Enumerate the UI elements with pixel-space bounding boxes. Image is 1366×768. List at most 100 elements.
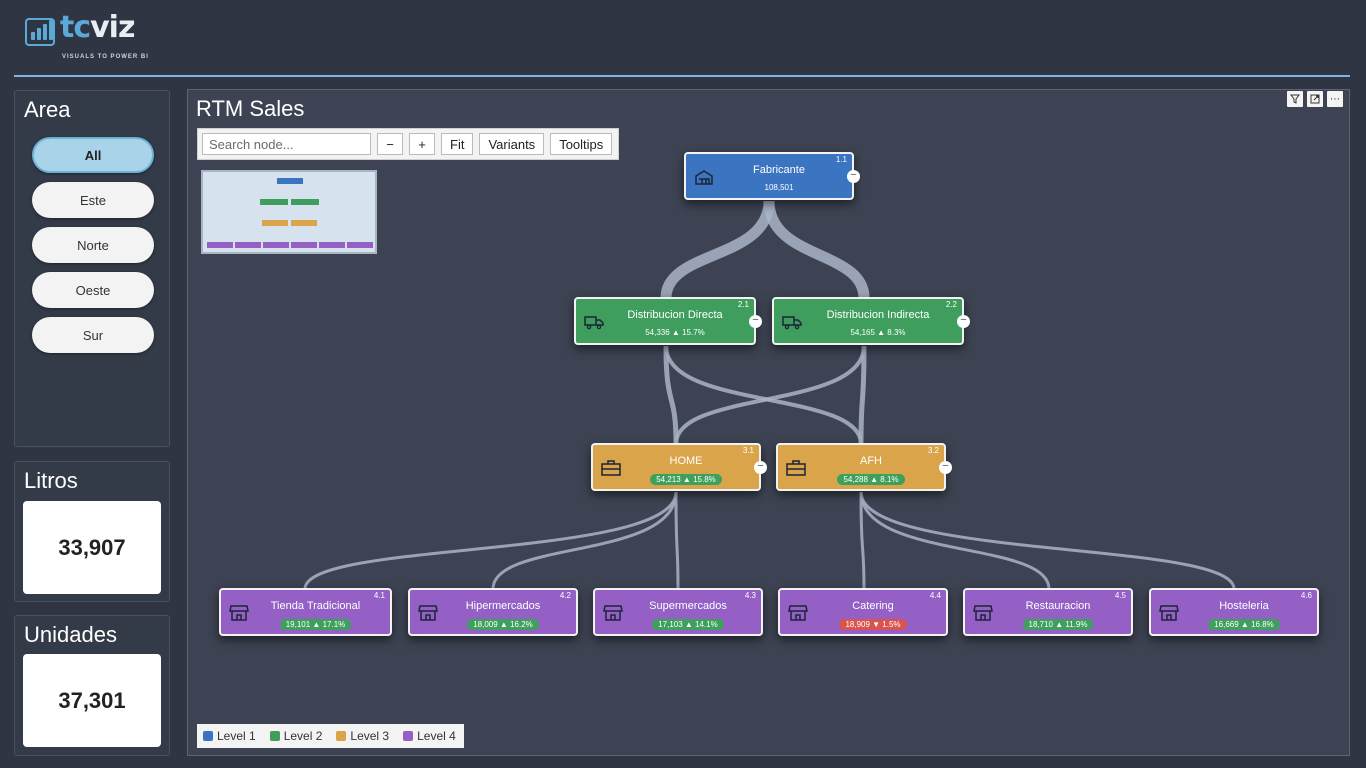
collapse-button[interactable]: − xyxy=(939,461,952,474)
node-afh[interactable]: AFH 54,288 ▲ 8.1% 3.2 − xyxy=(776,443,952,491)
legend-swatch xyxy=(203,731,213,741)
node-value: 54,288 ▲ 8.1% xyxy=(812,474,930,485)
link-indirecta-afh xyxy=(858,345,867,445)
node-name: Restauracion xyxy=(1025,600,1091,612)
legend-item-level1: Level 1 xyxy=(203,729,256,743)
store-icon xyxy=(788,605,808,621)
link-indirecta-home xyxy=(674,345,866,445)
node-id: 4.5 xyxy=(1114,591,1126,600)
node-id: 4.2 xyxy=(559,591,571,600)
briefcase-icon xyxy=(786,460,806,476)
tcviz-logo: tcviz VISUALS TO POWER BI xyxy=(22,10,182,66)
node-value: 18,710 ▲ 11.9% xyxy=(999,619,1117,630)
collapse-button[interactable]: − xyxy=(754,461,767,474)
link-directa-afh xyxy=(664,345,863,445)
unidades-kpi-title: Unidades xyxy=(24,622,117,647)
node-value: 18,909 ▼ 1.5% xyxy=(814,619,932,630)
node-name: Supermercados xyxy=(649,600,727,612)
node-name: Catering xyxy=(852,600,894,612)
node-value: 108,501 xyxy=(764,183,794,192)
link-home-super xyxy=(674,491,680,590)
legend-swatch xyxy=(336,731,347,741)
store-icon xyxy=(229,605,249,621)
area-option-all[interactable]: All xyxy=(32,137,154,173)
briefcase-icon xyxy=(601,460,621,476)
bar-chart-logo-icon xyxy=(25,18,55,46)
node-hosteleria[interactable]: Hosteleria 16,669 ▲ 16.8% 4.6 xyxy=(1149,588,1319,636)
link-fabricante-indirecta xyxy=(763,200,870,299)
node-hipermercados[interactable]: Hipermercados 18,009 ▲ 16.2% 4.2 xyxy=(408,588,578,636)
store-icon xyxy=(1159,605,1179,621)
node-home[interactable]: HOME 54,213 ▲ 15.8% 3.1 − xyxy=(591,443,767,491)
node-value: 54,165 ▲ 8.3% xyxy=(850,328,906,337)
node-id: 4.3 xyxy=(744,591,756,600)
litros-kpi-panel: Litros 33,907 xyxy=(14,461,170,602)
collapse-button[interactable]: − xyxy=(847,170,860,183)
truck-icon xyxy=(782,316,802,330)
node-value: 19,101 ▲ 17.1% xyxy=(255,619,376,630)
link-home-hiper xyxy=(491,491,678,590)
area-option-norte[interactable]: Norte xyxy=(32,227,154,263)
node-id: 1.1 xyxy=(835,155,847,164)
area-option-este[interactable]: Este xyxy=(32,182,154,218)
area-slicer-title: Area xyxy=(24,97,71,122)
delta-pill: 17,103 ▲ 14.1% xyxy=(652,619,724,630)
node-id: 4.6 xyxy=(1300,591,1312,600)
node-name: Hosteleria xyxy=(1219,600,1269,612)
logo-wordmark: tcviz xyxy=(60,10,135,45)
delta-pill: 54,288 ▲ 8.1% xyxy=(837,474,905,485)
delta-pill: 16,669 ▲ 16.8% xyxy=(1208,619,1280,630)
link-afh-hosteleria xyxy=(859,491,1236,590)
store-icon xyxy=(418,605,438,621)
store-icon xyxy=(603,605,623,621)
node-name: Distribucion Directa xyxy=(627,309,723,321)
node-name: Fabricante xyxy=(753,164,805,176)
collapse-button[interactable]: − xyxy=(957,315,970,328)
node-name: AFH xyxy=(860,455,882,467)
litros-kpi-value: 33,907 xyxy=(23,501,161,594)
delta-pill: 18,009 ▲ 16.2% xyxy=(467,619,539,630)
legend-swatch xyxy=(403,731,414,741)
node-id: 2.2 xyxy=(945,300,957,309)
node-value: 16,669 ▲ 16.8% xyxy=(1185,619,1303,630)
node-name: HOME xyxy=(669,455,703,467)
delta-pill: 18,710 ▲ 11.9% xyxy=(1022,619,1094,630)
node-id: 2.1 xyxy=(737,300,749,309)
node-restauracion[interactable]: Restauracion 18,710 ▲ 11.9% 4.5 xyxy=(963,588,1133,636)
rtm-sales-visual: RTM Sales ⋯ − + Fit Variants Tooltips xyxy=(187,89,1350,756)
logo-tagline: VISUALS TO POWER BI xyxy=(62,54,149,60)
node-distribucion-directa[interactable]: Distribucion Directa 54,336 ▲ 15.7% 2.1 … xyxy=(574,297,762,345)
node-name: Tienda Tradicional xyxy=(270,600,361,612)
truck-icon xyxy=(584,316,604,330)
node-fabricante[interactable]: Fabricante 108,501 1.1 − xyxy=(684,152,860,200)
node-value: 54,213 ▲ 15.8% xyxy=(627,474,745,485)
link-fabricante-directa xyxy=(660,200,775,299)
node-name: Distribucion Indirecta xyxy=(826,309,930,321)
delta-pill: 54,213 ▲ 15.8% xyxy=(650,474,722,485)
node-catering[interactable]: Catering 18,909 ▼ 1.5% 4.4 xyxy=(778,588,948,636)
level-legend: Level 1 Level 2 Level 3 Level 4 xyxy=(197,724,464,748)
area-slicer: Area All Este Norte Oeste Sur xyxy=(14,90,170,447)
litros-kpi-title: Litros xyxy=(24,468,78,493)
node-id: 4.1 xyxy=(373,591,385,600)
unidades-kpi-value: 37,301 xyxy=(23,654,161,747)
node-value: 18,009 ▲ 16.2% xyxy=(444,619,562,630)
node-name: Hipermercados xyxy=(465,600,541,612)
node-distribucion-indirecta[interactable]: Distribucion Indirecta 54,165 ▲ 8.3% 2.2… xyxy=(772,297,970,345)
node-id: 3.2 xyxy=(927,446,939,455)
legend-item-level2: Level 2 xyxy=(269,729,322,743)
delta-pill: 19,101 ▲ 17.1% xyxy=(279,619,352,630)
link-afh-restauracion xyxy=(859,491,1051,590)
node-supermercados[interactable]: Supermercados 17,103 ▲ 14.1% 4.3 xyxy=(593,588,763,636)
store-icon xyxy=(973,605,993,621)
area-option-oeste[interactable]: Oeste xyxy=(32,272,154,308)
delta-pill: 18,909 ▼ 1.5% xyxy=(839,619,907,630)
node-id: 3.1 xyxy=(742,446,754,455)
unidades-kpi-panel: Unidades 37,301 xyxy=(14,615,170,756)
area-option-sur[interactable]: Sur xyxy=(32,317,154,353)
node-value: 54,336 ▲ 15.7% xyxy=(645,328,705,337)
node-tienda-tradicional[interactable]: Tienda Tradicional 19,101 ▲ 17.1% 4.1 xyxy=(219,588,392,636)
legend-swatch xyxy=(269,731,280,741)
node-id: 4.4 xyxy=(929,591,941,600)
collapse-button[interactable]: − xyxy=(749,315,762,328)
